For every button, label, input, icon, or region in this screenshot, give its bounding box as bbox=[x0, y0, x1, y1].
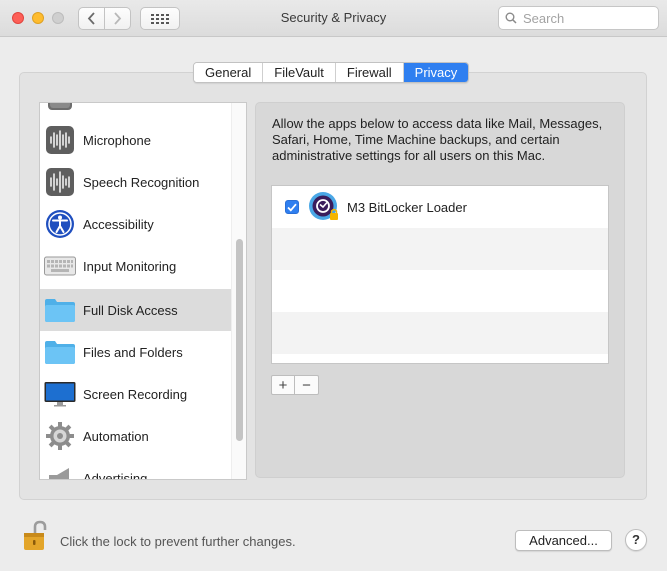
tab-bar: General FileVault Firewall Privacy bbox=[193, 62, 470, 83]
item-icon bbox=[44, 103, 76, 114]
sidebar-item-label: Full Disk Access bbox=[83, 302, 178, 318]
sidebar-item-advertising[interactable]: Advertising bbox=[40, 457, 232, 480]
add-app-button[interactable]: + bbox=[272, 376, 295, 394]
display-icon bbox=[44, 378, 76, 410]
table-row-empty bbox=[272, 312, 608, 354]
tab-filevault[interactable]: FileVault bbox=[263, 63, 336, 82]
lock-icon[interactable] bbox=[23, 520, 47, 552]
access-description: Allow the apps below to access data like… bbox=[272, 116, 603, 163]
search-icon bbox=[505, 12, 517, 24]
tab-general[interactable]: General bbox=[194, 63, 264, 82]
privacy-category-list[interactable]: Microphone Speech Recognition Accessibil… bbox=[39, 102, 247, 480]
sidebar-item-label: Accessibility bbox=[83, 216, 154, 232]
folder-icon bbox=[44, 336, 76, 368]
sidebar-item-label: Speech Recognition bbox=[83, 174, 200, 190]
app-enabled-checkbox[interactable] bbox=[285, 200, 299, 214]
speech-recognition-icon bbox=[44, 166, 76, 198]
table-row-empty bbox=[272, 354, 608, 363]
remove-app-button[interactable]: − bbox=[295, 376, 318, 394]
help-button[interactable]: ? bbox=[625, 529, 647, 551]
folder-icon bbox=[44, 294, 76, 326]
keyboard-icon bbox=[44, 250, 76, 282]
list-item-partial[interactable] bbox=[40, 103, 232, 119]
tab-privacy[interactable]: Privacy bbox=[403, 63, 469, 82]
sidebar-item-full-disk-access[interactable]: Full Disk Access bbox=[40, 289, 232, 331]
sidebar-item-label: Input Monitoring bbox=[83, 258, 177, 274]
gear-icon bbox=[44, 420, 76, 452]
tab-firewall[interactable]: Firewall bbox=[335, 63, 404, 82]
sidebar-item-microphone[interactable]: Microphone bbox=[40, 119, 232, 161]
sidebar-item-label: Screen Recording bbox=[83, 386, 188, 402]
sidebar-item-label: Advertising bbox=[83, 470, 148, 480]
app-icon bbox=[308, 191, 340, 223]
title-bar: Security & Privacy bbox=[0, 0, 667, 37]
search-input[interactable] bbox=[521, 9, 651, 27]
megaphone-icon bbox=[44, 462, 76, 479]
app-name: M3 BitLocker Loader bbox=[347, 199, 467, 215]
sidebar-item-label: Files and Folders bbox=[83, 344, 183, 360]
sidebar-item-label: Microphone bbox=[83, 132, 151, 148]
table-row-empty bbox=[272, 270, 608, 312]
lock-status-text: Click the lock to prevent further change… bbox=[60, 534, 296, 549]
add-remove-control: + − bbox=[271, 375, 319, 395]
search-box[interactable] bbox=[498, 6, 659, 30]
sidebar-item-label: Automation bbox=[83, 428, 149, 444]
sidebar-item-automation[interactable]: Automation bbox=[40, 415, 232, 457]
scrollbar-thumb[interactable] bbox=[236, 239, 243, 441]
table-row[interactable]: M3 BitLocker Loader bbox=[272, 186, 608, 228]
sidebar-item-speech-recognition[interactable]: Speech Recognition bbox=[40, 161, 232, 203]
microphone-icon bbox=[44, 124, 76, 156]
sidebar-item-screen-recording[interactable]: Screen Recording bbox=[40, 373, 232, 415]
app-list[interactable]: M3 BitLocker Loader bbox=[271, 185, 609, 364]
sidebar-item-files-and-folders[interactable]: Files and Folders bbox=[40, 331, 232, 373]
sidebar-scrollbar[interactable] bbox=[231, 103, 246, 479]
advanced-button[interactable]: Advanced... bbox=[515, 530, 612, 551]
checkmark-icon bbox=[287, 203, 297, 212]
sidebar-item-accessibility[interactable]: Accessibility bbox=[40, 203, 232, 245]
accessibility-icon bbox=[44, 208, 76, 240]
sidebar-item-input-monitoring[interactable]: Input Monitoring bbox=[40, 245, 232, 287]
table-row-empty bbox=[272, 228, 608, 270]
